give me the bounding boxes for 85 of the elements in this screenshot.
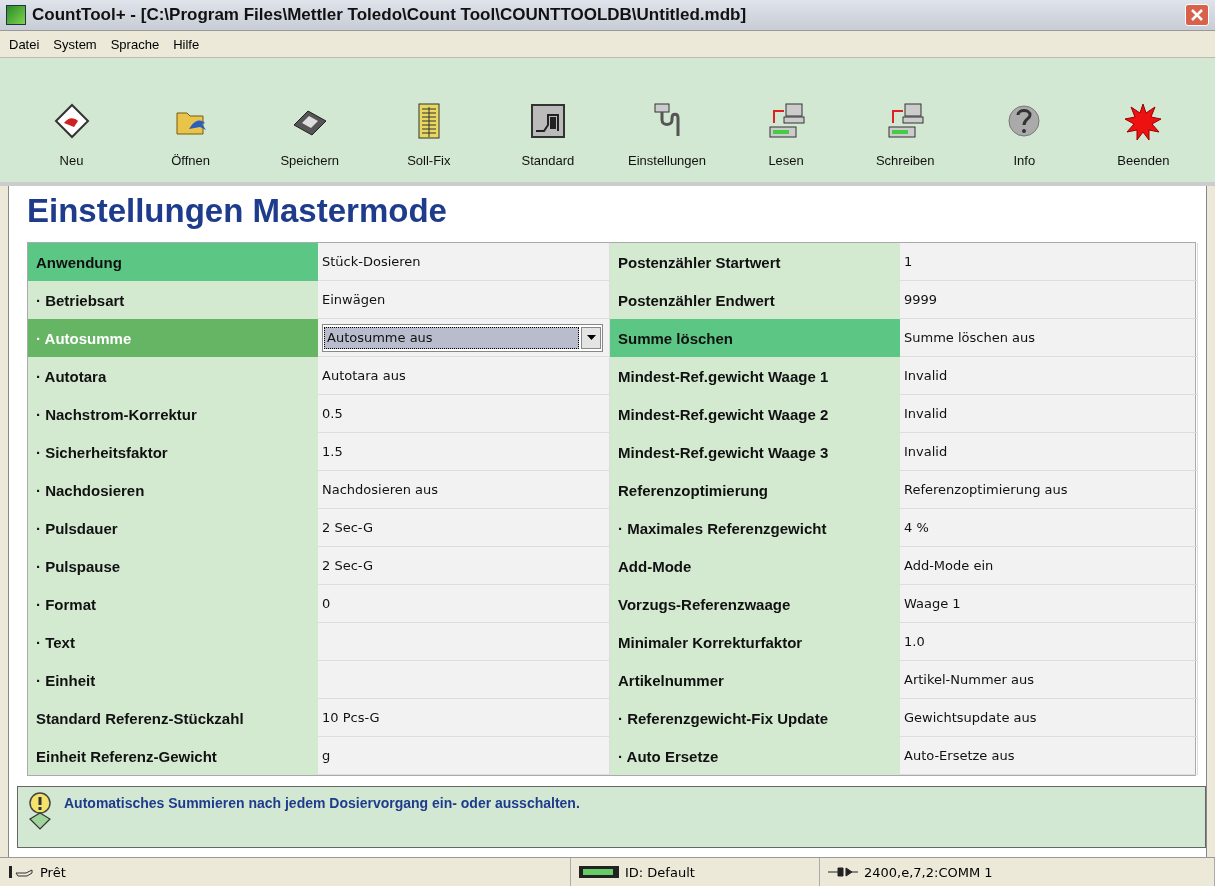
setting-value: 1.0 [904, 634, 925, 649]
setting-label: · Autosumme [28, 319, 318, 357]
setting-label: · Nachdosieren [28, 471, 318, 509]
setting-label: · Betriebsart [28, 281, 318, 319]
setting-value: Invalid [904, 368, 948, 383]
setting-label: · Text [28, 623, 318, 661]
setting-value: Summe löschen aus [904, 330, 1036, 345]
menu-item[interactable]: Sprache [105, 34, 165, 54]
app-icon [6, 5, 26, 25]
setting-value: 2 Sec-G [322, 558, 374, 573]
toolbar-button[interactable]: Lesen [726, 58, 846, 182]
setting-label: Add-Mode [610, 547, 900, 585]
setting-label: Postenzähler Endwert [610, 281, 900, 319]
setting-label: Summe löschen [610, 319, 900, 357]
page-heading: Einstellungen Mastermode [27, 192, 448, 230]
toolbar-button[interactable]: Öffnen [131, 58, 251, 182]
setting-label: Artikelnummer [610, 661, 900, 699]
setting-value: 9999 [904, 292, 938, 307]
plug-icon [828, 867, 858, 877]
display-icon [579, 865, 619, 879]
setting-value: Invalid [904, 444, 948, 459]
hint-text: Automatisches Summieren nach jedem Dosiervorgang ein- oder ausschalten. [64, 794, 580, 811]
setting-value: 1.5 [322, 444, 343, 459]
setting-value: Auto-Ersetze aus [904, 748, 1015, 763]
setting-value: 10 Pcs-G [322, 710, 380, 725]
setting-label: Vorzugs-Referenzwaage [610, 585, 900, 623]
toolbar-button[interactable]: Beenden [1083, 58, 1203, 182]
status-text: Prêt [40, 864, 66, 880]
setting-value: Invalid [904, 406, 948, 421]
dropdown-field[interactable]: Autosumme aus [322, 323, 603, 352]
setting-value: Waage 1 [904, 596, 961, 611]
setting-label: · Pulsdauer [28, 509, 318, 547]
setting-label: Mindest-Ref.gewicht Waage 2 [610, 395, 900, 433]
setting-value: Referenzoptimierung aus [904, 482, 1068, 497]
setting-value: Einwägen [322, 292, 386, 307]
toolbar-button[interactable]: Schreiben [845, 58, 965, 182]
setting-value: Add-Mode ein [904, 558, 994, 573]
setting-label: · Autotara [28, 357, 318, 395]
dropdown-arrow-button[interactable] [581, 326, 601, 349]
menu-item[interactable]: Datei [4, 34, 45, 54]
setting-value: g [322, 748, 331, 763]
status-text: ID: Default [625, 864, 695, 880]
setting-value: Artikel-Nummer aus [904, 672, 1035, 687]
computer-icon [766, 101, 807, 141]
computer-icon [885, 101, 926, 141]
close-button[interactable] [1185, 4, 1209, 26]
setting-label: · Pulspause [28, 547, 318, 585]
setting-label: Einheit Referenz-Gewicht [28, 737, 318, 775]
setting-label: Minimaler Korrekturfaktor [610, 623, 900, 661]
setting-value: 2 Sec-G [322, 520, 374, 535]
setting-label: Mindest-Ref.gewicht Waage 3 [610, 433, 900, 471]
setting-label: Mindest-Ref.gewicht Waage 1 [610, 357, 900, 395]
setting-value: 0 [322, 596, 331, 611]
setting-label: Anwendung [28, 243, 318, 281]
setting-label: · Maximales Referenzgewicht [610, 509, 900, 547]
window-title: CountTool+ - [C:\Program Files\Mettler Toledo\Count Tool\COUNTTOOLDB\Untitled.mdb] [32, 5, 748, 25]
setting-label: · Nachstrom-Korrektur [28, 395, 318, 433]
setting-label: Postenzähler Startwert [610, 243, 900, 281]
setting-value: Gewichtsupdate aus [904, 710, 1037, 725]
hand-pointer-icon [8, 865, 34, 879]
splat-icon [1123, 101, 1164, 141]
setting-value: 4 % [904, 520, 929, 535]
status-text: 2400,e,7,2:COMM 1 [864, 864, 993, 880]
menu-item[interactable]: System [48, 34, 102, 54]
setting-label: · Format [28, 585, 318, 623]
setting-label: Referenzoptimierung [610, 471, 900, 509]
setting-label: · Sicherheitsfaktor [28, 433, 318, 471]
menu-item[interactable]: Hilfe [168, 34, 205, 54]
toolbar-button[interactable]: Info [964, 58, 1084, 182]
toolbar-button[interactable]: Standard [488, 58, 608, 182]
setting-label: Standard Referenz-Stückzahl [28, 699, 318, 737]
toolbar-button[interactable]: Soll-Fix [369, 58, 489, 182]
close-icon [1190, 8, 1204, 22]
toolbar-button[interactable]: Neu [12, 58, 132, 182]
setting-label: · Einheit [28, 661, 318, 699]
setting-label: · Auto Ersetze [610, 737, 900, 775]
setting-value: 1 [904, 254, 913, 269]
setting-value: Autotara aus [322, 368, 406, 383]
setting-value: 0.5 [322, 406, 343, 421]
setting-label: · Referenzgewicht-Fix Update [610, 699, 900, 737]
setting-value: Stück-Dosieren [322, 254, 421, 269]
toolbar-button[interactable]: Speichern [250, 58, 370, 182]
toolbar-button[interactable]: Einstellungen [607, 58, 727, 182]
setting-value: Nachdosieren aus [322, 482, 439, 497]
caret-icon [586, 335, 596, 340]
